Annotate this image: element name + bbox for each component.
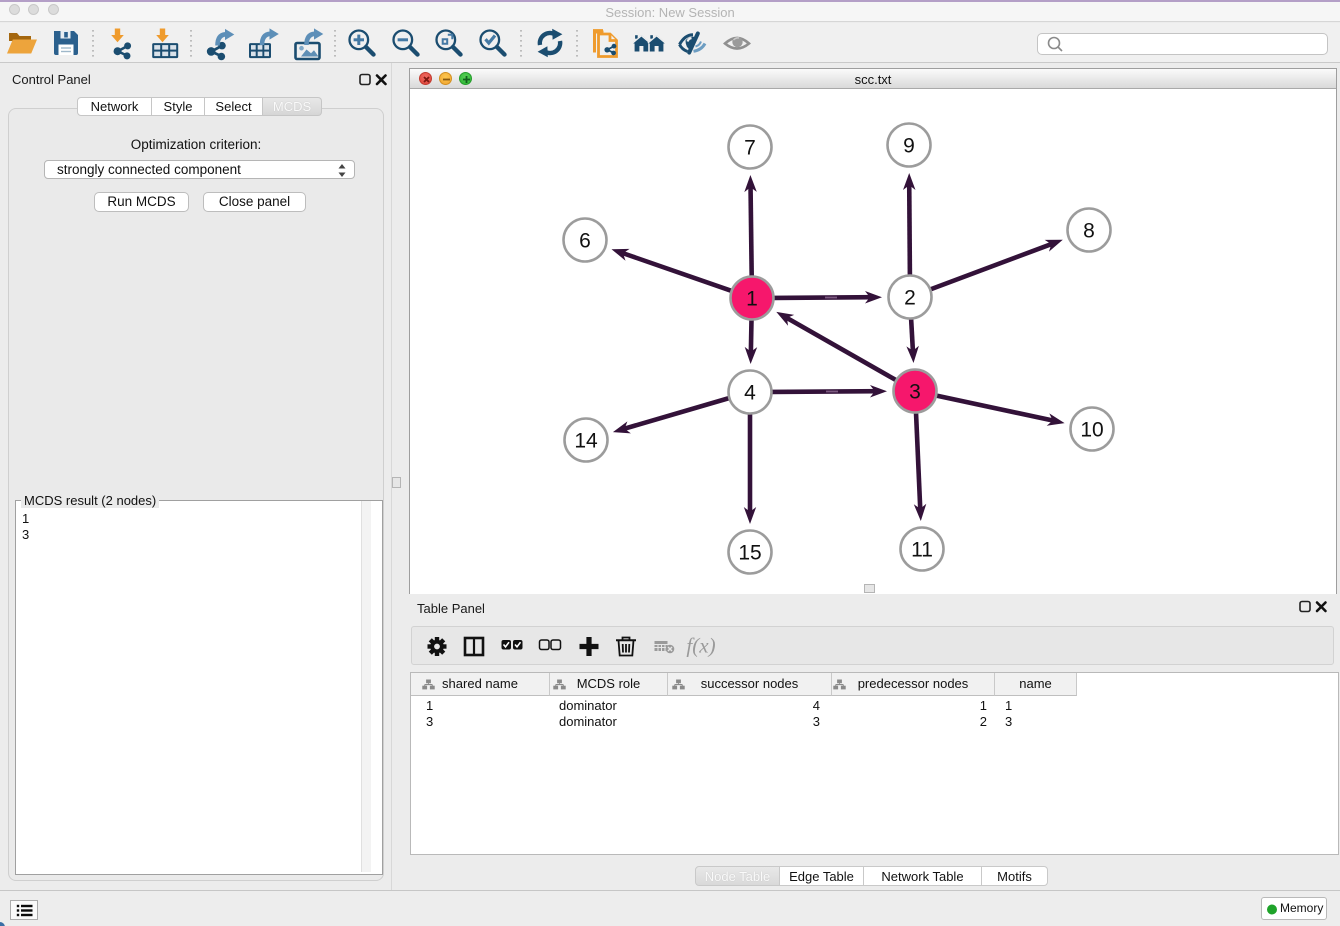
svg-text:14: 14 — [574, 430, 598, 453]
svg-text:10: 10 — [1080, 419, 1103, 442]
svg-text:11: 11 — [911, 539, 933, 562]
svg-text:f(x): f(x) — [686, 634, 715, 658]
svg-text:1: 1 — [746, 288, 758, 311]
svg-text:7: 7 — [744, 137, 756, 160]
svg-text:6: 6 — [579, 230, 591, 253]
svg-text:4: 4 — [744, 382, 756, 405]
svg-text:3: 3 — [909, 381, 921, 404]
svg-text:15: 15 — [738, 542, 761, 565]
svg-text:9: 9 — [903, 135, 915, 158]
svg-text:2: 2 — [904, 287, 916, 310]
svg-text:8: 8 — [1083, 220, 1095, 243]
